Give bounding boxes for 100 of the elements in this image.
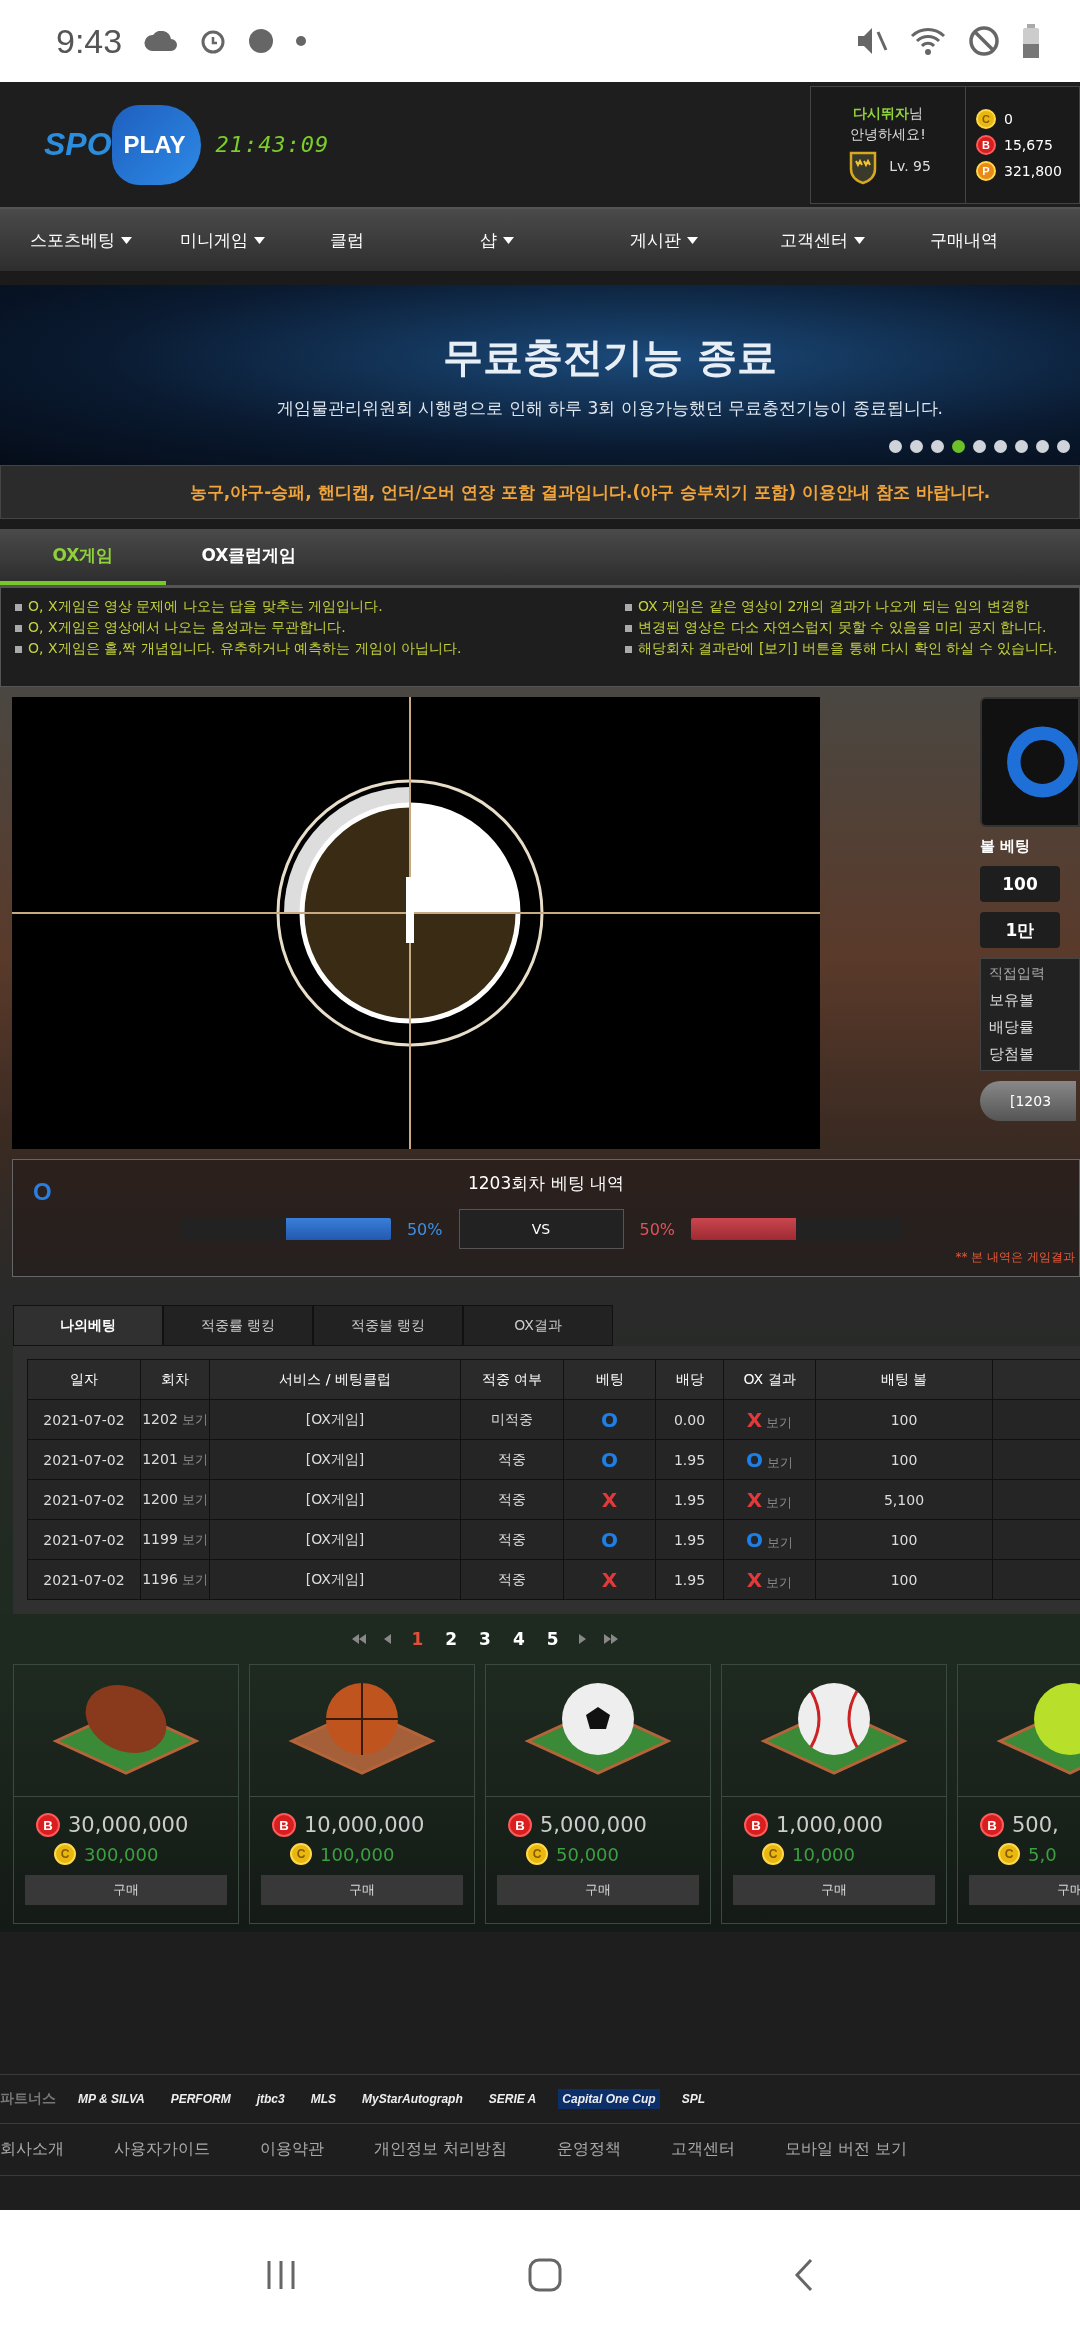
view-link[interactable]: 보기 (766, 1574, 793, 1590)
carousel-dot[interactable] (1036, 440, 1049, 453)
view-link[interactable]: 보기 (766, 1494, 793, 1510)
ball-badge: B (272, 1813, 296, 1837)
stat-label: 당첨볼 (989, 1045, 1035, 1064)
coin-price: 50,000 (556, 1843, 619, 1865)
partner-logo[interactable]: jtbc3 (252, 2089, 289, 2109)
previous-page-icon[interactable] (384, 1634, 392, 1644)
table-cell: 1201 보기 (140, 1439, 210, 1480)
coin-price: 300,000 (84, 1843, 159, 1865)
column-header: 적중 여부 (460, 1359, 564, 1400)
history-tab[interactable]: 적중률 랭킹 (163, 1305, 313, 1346)
nav-menu-item[interactable]: 미니게임 (180, 228, 330, 252)
coin-price: 10,000 (792, 1843, 855, 1865)
bullet-icon (625, 624, 632, 632)
footer-link[interactable]: 이용약관 (260, 2139, 324, 2160)
coin-price: 5,0 (1028, 1843, 1057, 1865)
dot-icon (296, 36, 307, 46)
banner-title: 무료충전기능 종료 (443, 333, 777, 382)
alarm-icon (200, 28, 227, 54)
column-header: 베팅 (563, 1359, 656, 1400)
back-icon[interactable] (794, 2258, 815, 2292)
nav-menu-item[interactable]: 구매내역 (930, 228, 1080, 252)
view-link[interactable]: 보기 (181, 1451, 208, 1467)
carousel-dot[interactable] (1057, 440, 1070, 453)
user-level: Lv. 95 (889, 157, 931, 174)
carousel-dot[interactable] (973, 440, 986, 453)
page-number[interactable]: 4 (510, 1629, 527, 1649)
partner-logo[interactable]: SERIE A (484, 2089, 541, 2109)
last-page-icon[interactable] (603, 1634, 618, 1644)
partner-logo[interactable]: MLS (306, 2089, 341, 2109)
chip-button[interactable]: 1만 (980, 912, 1060, 948)
first-page-icon[interactable] (352, 1634, 367, 1644)
carousel-dot[interactable] (889, 440, 902, 453)
view-link[interactable]: 보기 (767, 1534, 793, 1550)
balance-value: 321,800 (1004, 162, 1062, 179)
note-text: ** 본 내역은 게임결과 (955, 1249, 1075, 1266)
nav-menu-item[interactable]: 샵 (480, 228, 630, 252)
footer-link[interactable]: 사용자가이드 (114, 2139, 210, 2160)
table-cell: 적중 (460, 1519, 564, 1560)
carousel-dot[interactable] (952, 440, 965, 453)
view-link[interactable]: 보기 (181, 1571, 208, 1587)
history-tab[interactable]: OX결과 (463, 1305, 613, 1346)
partner-logo[interactable]: SPL (677, 2089, 709, 2109)
ball-price: 30,000,000 (68, 1813, 189, 1837)
next-page-icon[interactable] (578, 1634, 586, 1644)
vs-label: VS (458, 1209, 624, 1249)
nav-menu-item[interactable]: 고객센터 (780, 228, 930, 252)
nav-menu-item[interactable]: 게시판 (630, 228, 780, 252)
footer-link[interactable]: 개인정보 처리방침 (374, 2139, 508, 2160)
history-tab[interactable]: 적중볼 랭킹 (313, 1305, 463, 1346)
view-link[interactable]: 보기 (766, 1414, 793, 1430)
banner-subtitle: 게임물관리위원회 시행령으로 인해 하루 3회 이용가능했던 무료충전기능이 종료됩니다. (276, 397, 943, 420)
buy-button[interactable]: 구매 (25, 1875, 227, 1905)
greeting-text: 안녕하세요! (850, 125, 926, 144)
view-link[interactable]: 보기 (181, 1411, 208, 1427)
summary-title: 1203회차 베팅 내역 (467, 1172, 625, 1195)
partner-logo[interactable]: PERFORM (166, 2089, 235, 2109)
carousel-dot[interactable] (931, 440, 944, 453)
bet-mark: X (601, 1567, 618, 1592)
footer-link[interactable]: 운영정책 (557, 2139, 622, 2160)
recent-apps-icon[interactable] (265, 2259, 296, 2291)
partner-logo[interactable]: MyStarAutograph (358, 2089, 467, 2109)
view-link[interactable]: 보기 (181, 1531, 208, 1547)
bullet-icon (15, 624, 22, 632)
ball-badge: B (980, 1813, 1004, 1837)
column-header: 일자 (27, 1359, 141, 1400)
table-cell: 0.00 (655, 1399, 724, 1440)
game-tab[interactable]: OX클럽게임 (166, 529, 332, 585)
table-cell: 100 (815, 1439, 993, 1480)
buy-button[interactable]: 구매 (733, 1875, 935, 1905)
battery-icon (1022, 24, 1040, 58)
carousel-dot[interactable] (910, 440, 923, 453)
partner-logo[interactable]: Capital One Cup (558, 2089, 660, 2109)
history-tab[interactable]: 나의베팅 (13, 1305, 163, 1346)
view-link[interactable]: 보기 (181, 1491, 208, 1507)
coin-badge: C (526, 1843, 548, 1865)
nav-menu-item[interactable]: 스포츠베팅 (30, 228, 180, 252)
buy-button[interactable]: 구매 (261, 1875, 463, 1905)
bet-submit-button[interactable]: [1203 (980, 1081, 1076, 1121)
page-number[interactable]: 5 (544, 1629, 561, 1649)
caret-icon (854, 236, 865, 244)
page-number[interactable]: 2 (443, 1629, 460, 1649)
coin-badge: C (998, 1843, 1020, 1865)
page-number[interactable]: 3 (477, 1629, 493, 1649)
table-cell: [OX게임] (209, 1479, 461, 1520)
partner-logo[interactable]: MP & SILVA (74, 2089, 149, 2109)
home-icon[interactable] (527, 2257, 563, 2293)
chip-button[interactable]: 100 (980, 866, 1060, 902)
view-link[interactable]: 보기 (767, 1454, 793, 1470)
page-number[interactable]: 1 (409, 1629, 426, 1649)
rule-text: 변경된 영상은 다소 자연스럽지 못할 수 있음을 미리 공지 합니다. (638, 619, 1047, 637)
buy-button[interactable]: 구매 (497, 1875, 699, 1905)
carousel-dot[interactable] (1015, 440, 1028, 453)
nav-menu-item[interactable]: 클럽 (330, 228, 480, 252)
carousel-dot[interactable] (994, 440, 1007, 453)
footer-link[interactable]: 회사소개 (0, 2139, 64, 2160)
footer-link[interactable]: 모바일 버전 보기 (785, 2139, 908, 2160)
footer-link[interactable]: 고객센터 (671, 2139, 736, 2160)
table-cell: 미적중 (460, 1399, 564, 1440)
